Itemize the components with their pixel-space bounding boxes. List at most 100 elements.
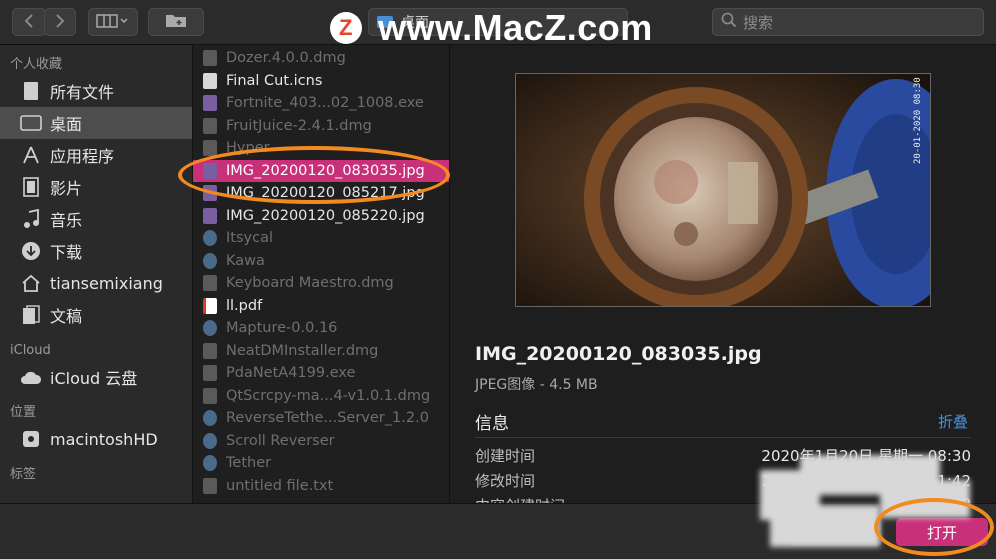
chevron-right-icon	[55, 13, 65, 32]
downloads-icon	[20, 240, 42, 262]
sidebar-item-label: 桌面	[50, 115, 83, 134]
file-name: untitled file.txt	[226, 477, 334, 494]
file-row[interactable]: Kawa	[193, 250, 449, 273]
file-row[interactable]: Final Cut.icns	[193, 70, 449, 93]
file-row[interactable]: Dozer.4.0.0.dmg	[193, 47, 449, 70]
sidebar-item-label: 文稿	[50, 307, 83, 326]
file-row[interactable]: IMG_20200120_085220.jpg	[193, 205, 449, 228]
sidebar-item-documents[interactable]: 文稿	[0, 299, 192, 331]
sidebar-item-disk[interactable]: macintoshHD	[0, 423, 192, 455]
preview-file-meta: JPEG图像 - 4.5 MB	[475, 377, 598, 393]
favorites-heading: 个人收藏	[10, 57, 63, 72]
sidebar-item-desktop[interactable]: 桌面	[0, 107, 192, 139]
file-name: Keyboard Maestro.dmg	[226, 275, 394, 292]
sidebar-item-music[interactable]: 音乐	[0, 203, 192, 235]
app-icon	[203, 252, 217, 269]
movies-icon	[20, 176, 42, 198]
sidebar-item-label: 下载	[50, 243, 83, 262]
disk-icon	[20, 428, 42, 450]
file-name: FruitJuice-2.4.1.dmg	[226, 117, 372, 134]
file-name: Itsycal	[226, 230, 273, 247]
tags-heading: 标签	[10, 467, 37, 482]
new-folder-icon	[165, 12, 187, 32]
image-file-icon	[203, 207, 217, 224]
document-icon	[203, 275, 217, 292]
preview-file-name: IMG_20200120_083035.jpg	[475, 343, 762, 365]
cloud-icon	[20, 366, 42, 388]
file-row[interactable]: PdaNetA4199.exe	[193, 362, 449, 385]
search-icon	[721, 12, 743, 32]
info-heading: 信息	[475, 414, 509, 434]
search-placeholder: 搜索	[743, 13, 774, 32]
document-icon	[203, 477, 217, 494]
music-icon	[20, 208, 42, 230]
sidebar-item-label: 应用程序	[50, 147, 115, 166]
file-row[interactable]: Fortnite_403...02_1008.exe	[193, 92, 449, 115]
file-name: Mapture-0.0.16	[226, 320, 338, 337]
preview-pane: 20-01-2020 08:30 IMG_20200120_083035.jpg…	[450, 45, 996, 503]
watermark-logo: Z	[330, 12, 362, 44]
file-row[interactable]: ReverseTethe...Server_1.2.0	[193, 407, 449, 430]
annotation-circle	[178, 146, 450, 204]
file-list: Dozer.4.0.0.dmg Final Cut.icns Fortnite_40…	[193, 45, 450, 503]
forward-button[interactable]	[44, 8, 76, 36]
file-row[interactable]: QtScrcpy-ma...4-v1.0.1.dmg	[193, 385, 449, 408]
back-button[interactable]	[12, 8, 46, 36]
app-icon	[203, 320, 217, 337]
sidebar-item-label: iCloud 云盘	[50, 369, 138, 388]
sidebar: 个人收藏 所有文件桌面应用程序影片音乐下载 tiansemixiang 文稿 iCl…	[0, 45, 193, 503]
file-name: QtScrcpy-ma...4-v1.0.1.dmg	[226, 387, 431, 404]
new-folder-button[interactable]	[148, 8, 204, 36]
file-row[interactable]: Mapture-0.0.16	[193, 317, 449, 340]
document-icon	[203, 117, 217, 134]
info-label: 创建时间	[475, 447, 536, 465]
document-icon	[203, 365, 217, 382]
annotation-circle	[874, 498, 994, 556]
all-files-icon	[20, 80, 42, 102]
file-name: Fortnite_403...02_1008.exe	[226, 95, 424, 112]
app-icon	[203, 455, 217, 472]
pdf-file-icon	[203, 297, 217, 314]
search-field[interactable]: 搜索	[712, 8, 984, 36]
app-icon	[203, 432, 217, 449]
file-name: Dozer.4.0.0.dmg	[226, 50, 346, 67]
document-icon	[203, 72, 217, 89]
photo-preview: 20-01-2020 08:30	[515, 73, 931, 307]
file-name: Tether	[226, 455, 272, 472]
sidebar-item-home[interactable]: tiansemixiang	[0, 267, 192, 299]
sidebar-item-movies[interactable]: 影片	[0, 171, 192, 203]
file-row[interactable]: Keyboard Maestro.dmg	[193, 272, 449, 295]
sidebar-item-all-files[interactable]: 所有文件	[0, 75, 192, 107]
sidebar-item-downloads[interactable]: 下载	[0, 235, 192, 267]
file-row[interactable]: FruitJuice-2.4.1.dmg	[193, 115, 449, 138]
collapse-link[interactable]: 折叠	[938, 411, 968, 432]
file-name: Kawa	[226, 252, 265, 269]
info-label: 修改时间	[475, 472, 536, 490]
document-icon	[203, 50, 217, 67]
file-row[interactable]: NeatDMInstaller.dmg	[193, 340, 449, 363]
file-row[interactable]: Scroll Reverser	[193, 430, 449, 453]
document-icon	[203, 140, 217, 157]
file-row[interactable]: ll.pdf	[193, 295, 449, 318]
sidebar-item-label: tiansemixiang	[50, 273, 163, 293]
sidebar-item-applications[interactable]: 应用程序	[0, 139, 192, 171]
document-icon	[203, 387, 217, 404]
watermark-text: www.MacZ.com	[378, 7, 653, 48]
file-name: Final Cut.icns	[226, 72, 323, 89]
desktop-icon	[20, 112, 42, 134]
file-name: ll.pdf	[226, 297, 263, 314]
file-row[interactable]: Itsycal	[193, 227, 449, 250]
applications-icon	[20, 144, 42, 166]
file-row[interactable]: Tether	[193, 452, 449, 475]
view-mode-button[interactable]	[88, 8, 138, 36]
image-file-icon	[203, 95, 217, 112]
sidebar-item-label: 音乐	[50, 211, 83, 230]
sidebar-item-cloud[interactable]: iCloud 云盘	[0, 361, 192, 393]
file-name: PdaNetA4199.exe	[226, 365, 356, 382]
document-icon	[203, 342, 217, 359]
file-row[interactable]: untitled file.txt	[193, 475, 449, 498]
sidebar-item-label: 影片	[50, 179, 83, 198]
home-icon	[20, 272, 42, 294]
mosaic-overlay	[770, 505, 880, 547]
file-name: ReverseTethe...Server_1.2.0	[226, 410, 429, 427]
